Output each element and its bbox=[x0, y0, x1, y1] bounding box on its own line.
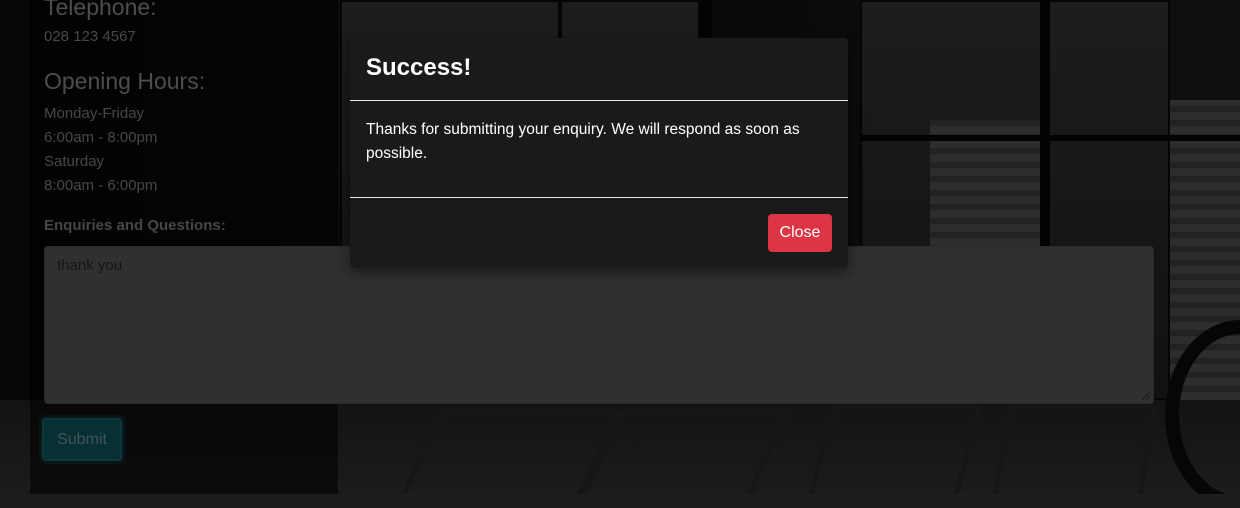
modal-message: Thanks for submitting your enquiry. We w… bbox=[366, 121, 800, 162]
modal-footer-divider bbox=[350, 197, 848, 198]
close-button[interactable]: Close bbox=[768, 214, 832, 252]
success-modal: Success! Thanks for submitting your enqu… bbox=[350, 38, 848, 268]
modal-title: Success! bbox=[366, 54, 472, 81]
modal-header-divider bbox=[350, 100, 848, 101]
page: Telephone: 028 123 4567 Opening Hours: M… bbox=[0, 0, 1240, 508]
